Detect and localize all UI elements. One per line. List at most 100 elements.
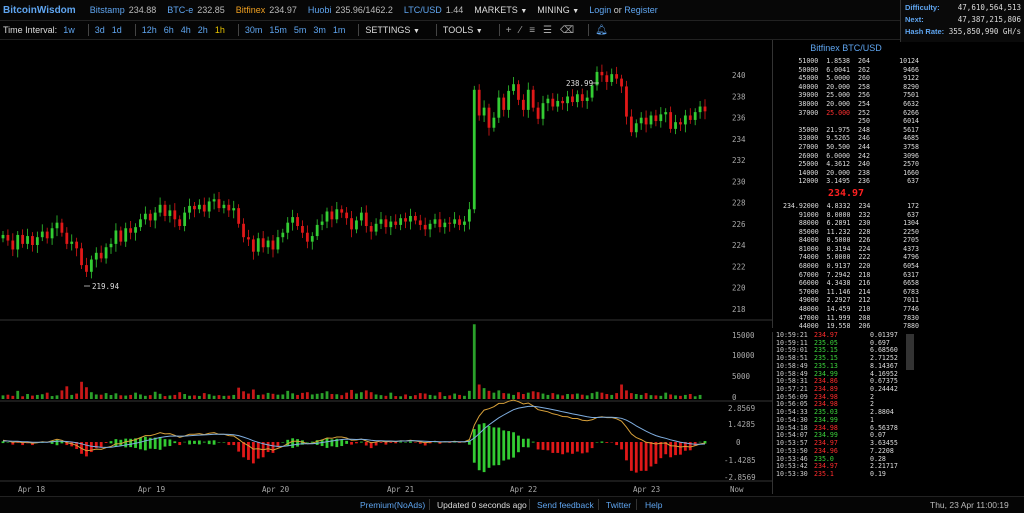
order-amount: 14000 [798,168,819,177]
price-chart[interactable]: 240 238 236 234 232 230 228 226 224 222 … [0,40,772,496]
order-total: 1304 [903,219,919,228]
order-row: 12000 3.1495 236 637 [777,177,919,186]
login-link[interactable]: Login [589,5,611,15]
order-size: 7.2942 [826,270,851,279]
order-amount: 33000 [798,134,819,143]
interval-3d[interactable]: 3d [95,25,105,35]
interval-30m[interactable]: 30m [245,25,263,35]
candle-body [286,222,290,233]
candle-body [644,117,648,125]
candle-body [242,223,245,238]
premium-link[interactable]: Premium(NoAds) [360,500,425,510]
trades-scrollbar[interactable] [906,334,914,370]
alert-bell-icon[interactable]: 🔔︎ [595,25,608,36]
difficulty-label: Difficulty: [905,3,940,12]
order-row: 50000 6.0041 262 9466 [777,66,919,75]
macd-histogram-bar [629,442,633,471]
macd-histogram-bar [649,442,653,467]
volume-bar [423,393,427,399]
interval-3m[interactable]: 3m [313,25,326,35]
candle-body [6,234,10,241]
volume-bar [55,395,59,399]
exchange-bitstamp[interactable]: Bitstamp 234.88 [90,5,157,15]
exchange-btce[interactable]: BTC-e 232.85 [167,5,225,15]
order-amount: 85000 [798,227,819,236]
volume-bar [585,395,589,399]
volume-bar [335,394,339,399]
volume-bar [94,394,98,399]
price-tick: 232 [732,156,746,165]
candle-body [580,94,584,101]
volume-bar [669,394,673,399]
candle-body [335,209,339,220]
twitter-link[interactable]: Twitter [606,500,631,510]
mining-menu[interactable]: MINING ▼ [537,5,579,15]
volume-bar [512,394,515,399]
candle-body [679,122,682,125]
exchange-ltcusd[interactable]: LTC/USD 1.44 [404,5,463,15]
order-row: 66000 4.3438 216 6658 [777,279,919,288]
candle-body [443,222,447,228]
candle-body [497,97,501,118]
interval-1d[interactable]: 1d [112,25,122,35]
candle-body [173,210,177,220]
order-row: 27000 50.500 244 3758 [777,143,919,152]
volume-bar [178,392,182,399]
candle-body [104,247,108,259]
order-size: 6.0000 [826,151,851,160]
order-size: 20.000 [826,99,851,108]
feedback-link[interactable]: Send feedback [537,500,594,510]
order-price: 214 [858,287,871,296]
interval-6h[interactable]: 6h [164,25,174,35]
settings-menu[interactable]: SETTINGS ▼ [365,25,419,35]
order-row: 26000 6.0000 242 3096 [777,152,919,161]
volume-bar [502,393,506,399]
crosshair-icon[interactable]: + [506,25,512,36]
parallel-lines-icon[interactable]: ☰ [543,25,552,36]
candle-body [70,241,74,244]
volume-bar [173,394,177,399]
draw-line-icon[interactable]: ⁄ [520,25,522,36]
exchange-bitfinex[interactable]: Bitfinex 234.97 [236,5,297,15]
macd-histogram-bar [364,442,368,446]
interval-1h[interactable]: 1h [215,25,225,35]
volume-bar [698,394,702,399]
tools-menu[interactable]: TOOLS ▼ [443,25,483,35]
volume-bar [629,393,633,399]
help-link[interactable]: Help [645,500,662,510]
volume-bar [16,390,20,399]
interval-12h[interactable]: 12h [142,25,157,35]
order-total: 6014 [903,117,919,126]
eraser-icon[interactable]: ⌫ [560,25,574,36]
volume-bar [374,394,378,399]
volume-bar [487,390,491,399]
interval-4h[interactable]: 4h [181,25,191,35]
exchange-huobi[interactable]: Huobi 235.96/1462.2 [308,5,393,15]
signal-line [3,405,706,448]
price-tick: 222 [732,262,746,271]
order-size: 0.3194 [826,244,851,253]
candle-body [404,218,407,222]
interval-5m[interactable]: 5m [294,25,307,35]
order-amount: 49000 [798,296,819,305]
interval-2h[interactable]: 2h [198,25,208,35]
interval-15m[interactable]: 15m [269,25,287,35]
volume-tick: 5000 [732,372,751,381]
interval-1w[interactable]: 1w [63,25,75,35]
order-price: 254 [858,99,870,108]
candle-body [625,86,628,117]
candle-body [467,209,471,222]
recent-trades[interactable]: 10:59:21 234.97 0.01397 10:59:11 235.05 0.697… [772,332,919,494]
hashrate-value: 355,850,990 GH/s [948,27,1021,36]
order-price: 248 [858,125,870,134]
register-link[interactable]: Register [624,5,658,15]
volume-bar [659,395,663,399]
or-text: or [613,5,622,15]
order-size: 20.000 [826,168,851,177]
interval-1m[interactable]: 1m [333,25,346,35]
order-price: 238 [858,168,870,177]
logo[interactable]: BitcoinWisdom [3,5,76,16]
fib-lines-icon[interactable]: ≡ [529,25,535,36]
markets-menu[interactable]: MARKETS ▼ [474,5,527,15]
candle-body [291,217,295,223]
